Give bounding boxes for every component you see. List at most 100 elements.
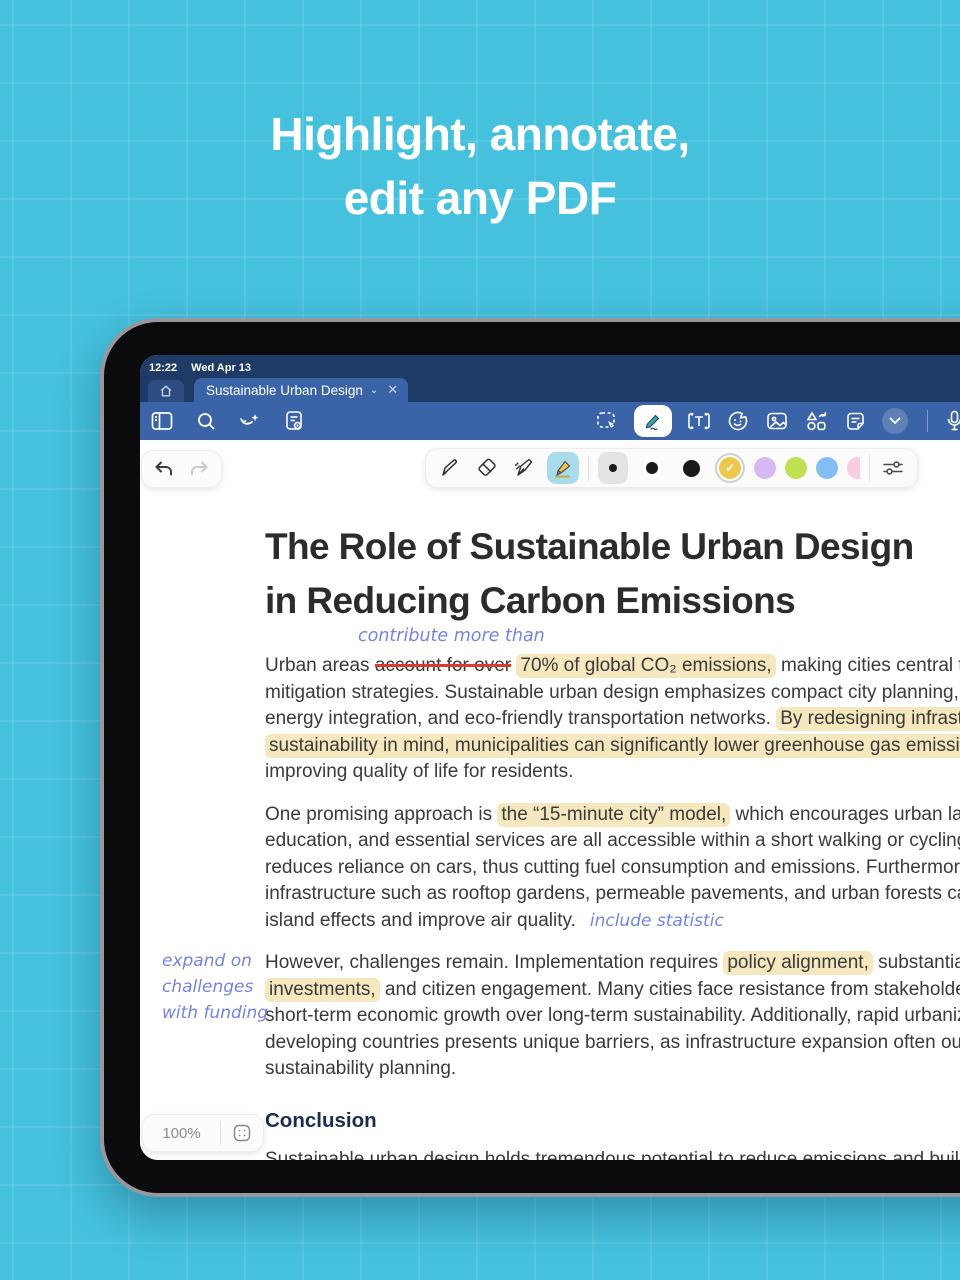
- check-icon: ✓: [719, 457, 741, 479]
- toolbar-right-group: [595, 405, 960, 437]
- ballpoint-pen-icon[interactable]: [436, 454, 464, 482]
- text-segment: One promising approach is: [265, 803, 498, 825]
- annotation-toolbar: ✓: [425, 448, 918, 488]
- text-segment: infrastructure such as rooftop gardens, …: [265, 883, 960, 904]
- undo-button[interactable]: [150, 455, 178, 483]
- app-screen: 12:22 Wed Apr 13 Sustainable Urban Desig…: [140, 355, 960, 1160]
- status-date: Wed Apr 13: [191, 361, 252, 374]
- text-segment: improving quality of life for residents.: [265, 761, 574, 782]
- main-toolbar: [140, 402, 960, 440]
- color-swatch-blue[interactable]: [816, 457, 838, 479]
- text-segment: island effects and improve air quality.: [265, 909, 576, 931]
- image-tool-icon[interactable]: [765, 409, 789, 433]
- stroke-size-medium[interactable]: [637, 452, 667, 484]
- highlighted-text: By redesigning infrastructure with: [776, 707, 960, 731]
- conclusion-paragraph: Sustainable urban design holds tremendou…: [265, 1148, 960, 1161]
- document-tab[interactable]: Sustainable Urban Design ⌄ ✕: [194, 378, 409, 402]
- text-segment: substantial: [878, 952, 960, 973]
- document-title-line1: The Role of Sustainable Urban Design: [265, 526, 914, 567]
- paragraph-2: One promising approach is the “15-minute…: [265, 802, 960, 935]
- note-tool-icon[interactable]: [843, 409, 867, 433]
- highlighted-text: sustainability in mind, municipalities c…: [265, 733, 960, 758]
- home-button[interactable]: [148, 380, 184, 402]
- more-tools-button[interactable]: [882, 408, 908, 434]
- page-navigator-button[interactable]: [221, 1123, 263, 1143]
- highlighted-text: the “15-minute city” model,: [497, 802, 731, 827]
- redo-button[interactable]: [185, 455, 213, 483]
- pdf-page-content: The Role of Sustainable Urban Design in …: [265, 440, 960, 1160]
- zoom-level-value[interactable]: 100%: [143, 1125, 220, 1142]
- sticker-smiley-icon[interactable]: [726, 409, 750, 433]
- document-text-line: education, and essential services are al…: [265, 828, 960, 855]
- document-text-line: reduces reliance on cars, thus cutting f…: [265, 855, 960, 882]
- text-segment: developing countries presents unique bar…: [265, 1031, 960, 1053]
- document-text-line: investments, and citizen engagement. Man…: [265, 977, 960, 1004]
- margin-note-line3: with funding: [162, 1003, 269, 1023]
- tab-bar: Sustainable Urban Design ⌄ ✕: [140, 377, 960, 402]
- text-segment: short-term economic growth over long-ter…: [265, 1005, 960, 1026]
- search-icon[interactable]: [194, 409, 218, 433]
- document-text-line: However, challenges remain. Implementati…: [265, 950, 960, 977]
- document-text-line: energy integration, and eco-friendly tra…: [265, 706, 960, 733]
- document-text-line: improving quality of life for residents.: [265, 759, 960, 786]
- status-bar: 12:22 Wed Apr 13: [140, 355, 960, 377]
- text-segment: However, challenges remain. Implementati…: [265, 952, 724, 973]
- fine-pen-icon[interactable]: [510, 454, 538, 482]
- home-icon: [154, 379, 178, 403]
- annotation-divider: [588, 455, 589, 481]
- text-segment: Urban areas: [265, 655, 375, 676]
- paragraph-3: However, challenges remain. Implementati…: [265, 950, 960, 1083]
- color-swatch-green[interactable]: [785, 457, 807, 479]
- document-text-line: mitigation strategies. Sustainable urban…: [265, 680, 960, 707]
- hero-line1: Highlight, annotate,: [270, 108, 690, 160]
- handwritten-margin-note: expand on challenges with funding: [162, 948, 268, 1026]
- hero-line2: edit any PDF: [343, 172, 617, 224]
- lasso-select-icon[interactable]: [595, 409, 619, 433]
- pen-settings-sliders-icon[interactable]: [879, 454, 907, 482]
- shapes-tool-icon[interactable]: [804, 409, 828, 433]
- document-text-line: developing countries presents unique bar…: [265, 1030, 960, 1057]
- annotation-divider-2: [869, 455, 870, 481]
- tab-close-icon[interactable]: ✕: [385, 382, 398, 398]
- document-text-line: Urban areas account for over 70% of glob…: [265, 653, 960, 680]
- document-text-line: infrastructure such as rooftop gardens, …: [265, 881, 960, 908]
- toolbar-divider: [927, 410, 928, 432]
- toolbar-left-group: [150, 409, 306, 433]
- conclusion-heading: Conclusion: [265, 1108, 377, 1132]
- highlighted-text: investments,: [265, 977, 380, 1002]
- text-segment: reduces reliance on cars, thus cutting f…: [265, 856, 960, 878]
- color-swatch-yellow-selected[interactable]: ✓: [715, 453, 745, 483]
- margin-note-line1: expand on: [162, 951, 252, 971]
- color-swatch-lavender[interactable]: [754, 457, 776, 479]
- tab-chevron-down-icon[interactable]: ⌄: [370, 385, 378, 396]
- text-segment: energy integration, and eco-friendly tra…: [265, 708, 777, 729]
- document-text-line: One promising approach is the “15-minute…: [265, 802, 960, 829]
- handwritten-insert-note: contribute more than: [358, 626, 545, 646]
- zoom-control-pill: 100%: [142, 1114, 264, 1152]
- text-tool-icon[interactable]: [687, 409, 711, 433]
- paragraph-1: Urban areas account for over 70% of glob…: [265, 653, 960, 786]
- highlighter-icon-selected[interactable]: [547, 452, 579, 484]
- sidebar-panel-icon[interactable]: [150, 409, 174, 433]
- eraser-icon[interactable]: [473, 454, 501, 482]
- pdf-document-area: ✓ The Role of Sustainable Urban Design i…: [140, 440, 960, 1160]
- pen-tool-active-button[interactable]: [634, 405, 672, 437]
- margin-note-line2: challenges: [162, 977, 254, 997]
- document-title-line2: in Reducing Carbon Emissions: [265, 580, 796, 621]
- text-segment: making cities central to climate: [780, 655, 960, 676]
- document-scan-icon[interactable]: [282, 409, 306, 433]
- text-segment: and citizen engagement. Many cities face…: [384, 978, 960, 1000]
- undo-redo-pill: [141, 450, 222, 488]
- text-segment: which encourages urban layouts where: [735, 803, 960, 825]
- color-swatch-pink-clipped[interactable]: [847, 452, 860, 484]
- ipad-device-frame: 12:22 Wed Apr 13 Sustainable Urban Desig…: [100, 318, 960, 1197]
- stroke-size-small-selected[interactable]: [598, 452, 628, 484]
- mic-record-button[interactable]: [947, 410, 960, 432]
- text-segment: education, and essential services are al…: [265, 830, 960, 851]
- stroke-size-large[interactable]: [676, 452, 706, 484]
- tab-title: Sustainable Urban Design: [206, 382, 363, 398]
- document-text-line: sustainability planning.: [265, 1056, 960, 1083]
- ai-sparkle-icon[interactable]: [238, 409, 262, 433]
- hero-heading: Highlight, annotate, edit any PDF: [0, 102, 960, 230]
- text-segment: sustainability planning.: [265, 1058, 457, 1079]
